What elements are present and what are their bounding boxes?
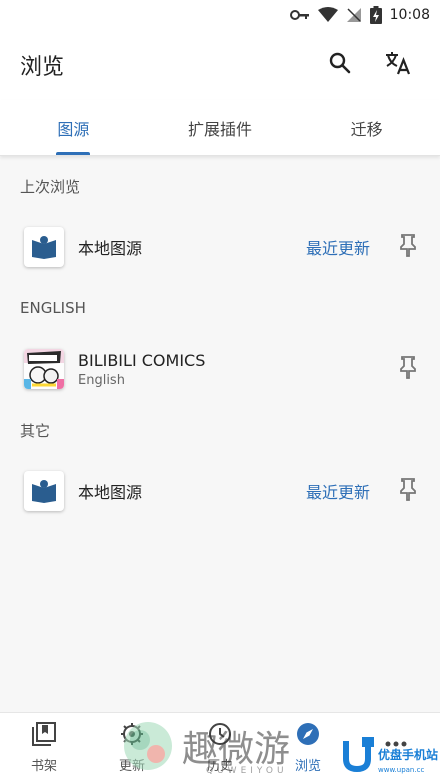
tab-bar: 图源 扩展插件 迁移 bbox=[0, 100, 440, 156]
search-button[interactable] bbox=[318, 43, 362, 87]
tab-sources[interactable]: 图源 bbox=[0, 100, 147, 155]
latest-button[interactable]: 最近更新 bbox=[306, 235, 370, 259]
section-header-english: ENGLISH bbox=[20, 299, 86, 317]
source-row-local-last[interactable]: 本地图源 最近更新 bbox=[0, 216, 440, 278]
status-bar: 10:08 bbox=[0, 0, 440, 30]
nav-more[interactable] bbox=[352, 713, 440, 782]
wifi-icon bbox=[317, 7, 338, 23]
pin-icon bbox=[398, 233, 418, 261]
tab-label: 迁移 bbox=[350, 119, 383, 139]
source-text: BILIBILI COMICS English bbox=[78, 351, 396, 388]
section-header-other: 其它 bbox=[20, 421, 51, 440]
history-icon bbox=[207, 721, 233, 751]
tab-migrate[interactable]: 迁移 bbox=[293, 100, 440, 155]
battery-charging-icon bbox=[369, 6, 382, 24]
pin-button[interactable] bbox=[396, 477, 420, 505]
bottom-navigation: 书架 更新 历史 浏览 bbox=[0, 712, 440, 782]
page-title: 浏览 bbox=[20, 55, 65, 80]
source-text: 本地图源 bbox=[78, 479, 306, 503]
library-icon bbox=[31, 721, 57, 751]
nav-label: 历史 bbox=[206, 759, 233, 774]
section-header-last-used: 上次浏览 bbox=[20, 177, 81, 196]
browse-icon bbox=[295, 721, 321, 751]
nav-updates[interactable]: 更新 bbox=[88, 713, 176, 782]
tab-label: 扩展插件 bbox=[188, 119, 253, 139]
app-bar: 浏览 bbox=[0, 30, 440, 100]
signal-off-icon bbox=[346, 7, 362, 23]
nav-label: 更新 bbox=[118, 759, 145, 774]
source-name: 本地图源 bbox=[78, 239, 143, 258]
pin-button[interactable] bbox=[396, 233, 420, 261]
local-source-icon bbox=[24, 227, 64, 267]
nav-label: 浏览 bbox=[294, 759, 321, 774]
status-time: 10:08 bbox=[389, 7, 430, 23]
pin-icon bbox=[398, 355, 418, 383]
nav-label: 书架 bbox=[30, 759, 57, 774]
latest-button[interactable]: 最近更新 bbox=[306, 479, 370, 503]
source-name: BILIBILI COMICS bbox=[78, 350, 206, 370]
translate-button[interactable] bbox=[376, 43, 420, 87]
source-language: English bbox=[78, 372, 125, 388]
pin-icon bbox=[398, 477, 418, 505]
tab-label: 图源 bbox=[57, 119, 90, 139]
local-source-icon bbox=[24, 471, 64, 511]
nav-history[interactable]: 历史 bbox=[176, 713, 264, 782]
source-name: 本地图源 bbox=[78, 483, 143, 502]
translate-icon bbox=[384, 50, 412, 80]
tab-extensions[interactable]: 扩展插件 bbox=[147, 100, 294, 155]
bilibili-comics-icon bbox=[24, 349, 64, 389]
source-row-local-other[interactable]: 本地图源 最近更新 bbox=[0, 460, 440, 522]
pin-button[interactable] bbox=[396, 355, 420, 383]
nav-browse[interactable]: 浏览 bbox=[264, 713, 352, 782]
source-text: 本地图源 bbox=[78, 235, 306, 259]
key-icon bbox=[289, 9, 310, 21]
nav-library[interactable]: 书架 bbox=[0, 713, 88, 782]
source-row-bilibili[interactable]: BILIBILI COMICS English bbox=[0, 338, 440, 400]
more-icon bbox=[383, 731, 409, 761]
updates-icon bbox=[119, 721, 145, 751]
search-icon bbox=[328, 51, 352, 79]
